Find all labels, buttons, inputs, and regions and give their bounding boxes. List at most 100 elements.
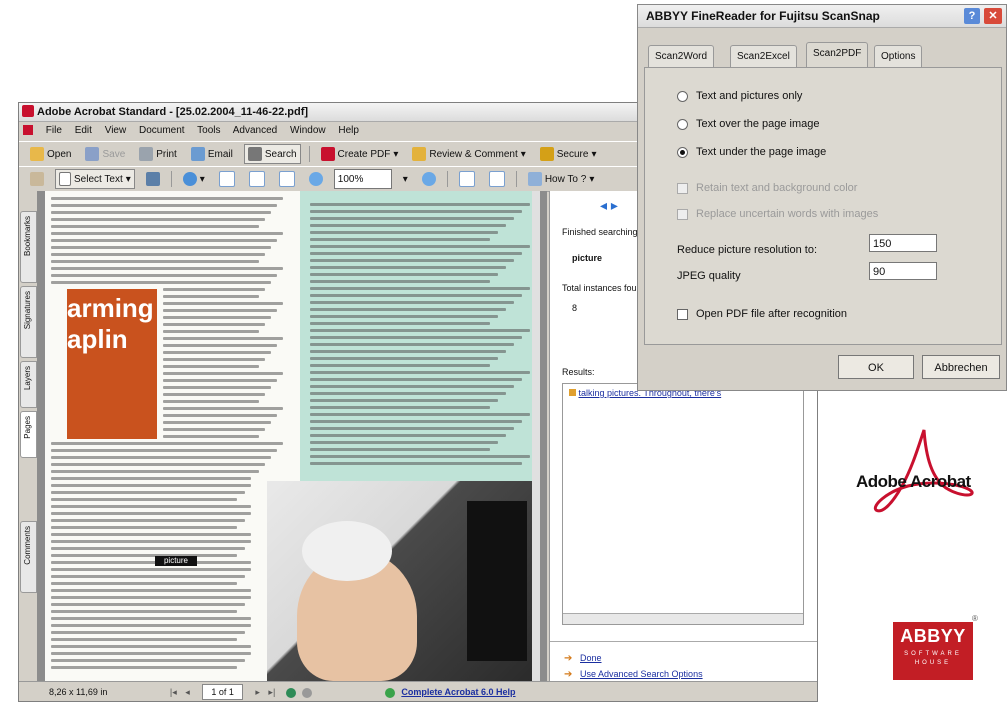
go-back-icon[interactable] [285, 687, 296, 698]
fit-width-button[interactable] [276, 170, 298, 188]
menu-help[interactable]: Help [338, 125, 359, 136]
howto-button[interactable]: How To ? ▾ [525, 170, 598, 188]
done-link[interactable]: Done [580, 653, 602, 663]
hand-tool-button[interactable] [27, 170, 47, 188]
results-label: Results: [562, 367, 595, 377]
results-list[interactable]: talking pictures. Throughout, there's [562, 383, 804, 625]
text-line [310, 427, 514, 430]
zoom-tool-button[interactable]: ▾ [180, 170, 208, 188]
open-pdf-checkbox-row[interactable]: Open PDF file after recognition [677, 308, 847, 320]
zoom-dropdown[interactable]: ▾ [400, 170, 411, 188]
fit-width-icon [278, 171, 295, 187]
nav-arrows[interactable]: ◂ ▸ [600, 197, 618, 214]
select-text-button[interactable]: Select Text ▾ [55, 169, 135, 189]
open-pdf-checkbox[interactable] [677, 308, 688, 320]
tab-comments-label: Comments [23, 526, 32, 565]
tab-scan2pdf[interactable]: Scan2PDF [806, 42, 869, 68]
text-line [51, 561, 251, 564]
article-heading-1: arming [67, 293, 154, 323]
text-line [51, 281, 271, 284]
option-text-and-pictures[interactable]: Text and pictures only [677, 90, 802, 102]
results-horizontal-scrollbar[interactable] [563, 613, 803, 624]
zoom-in-button[interactable] [419, 170, 439, 188]
abbyy-tagline-2: HOUSE [914, 660, 952, 666]
tab-comments[interactable]: Comments [20, 521, 37, 593]
fit-page-button[interactable] [246, 170, 268, 188]
lock-icon [539, 147, 554, 161]
save-button[interactable]: Save [82, 145, 128, 163]
snapshot-button[interactable] [143, 170, 163, 188]
close-button[interactable]: ✕ [984, 8, 1002, 24]
create-pdf-button[interactable]: Create PDF ▾ [318, 145, 402, 163]
document-pane[interactable]: arming aplin picture [37, 191, 547, 681]
tab-signatures[interactable]: Signatures [20, 286, 37, 358]
done-link-text[interactable]: Done [580, 653, 602, 663]
actual-size-button[interactable] [216, 170, 238, 188]
tab-scan2excel[interactable]: Scan2Excel [730, 45, 797, 68]
prev-page-button[interactable]: ◂ [185, 687, 190, 697]
open-button[interactable]: Open [27, 145, 74, 163]
text-line [310, 266, 506, 269]
help-button[interactable]: ? [964, 8, 980, 24]
advanced-search-link-text[interactable]: Use Advanced Search Options [580, 669, 703, 679]
text-line [51, 456, 271, 459]
tab-layers[interactable]: Layers [20, 361, 37, 408]
tab-pages[interactable]: Pages [20, 411, 37, 458]
replace-uncertain-checkbox-row: Replace uncertain words with images [677, 208, 878, 220]
radio-text-under-image[interactable] [677, 146, 688, 158]
menu-edit[interactable]: Edit [75, 125, 92, 136]
last-page-button[interactable]: ▸| [268, 687, 275, 697]
menu-view[interactable]: View [105, 125, 127, 136]
text-line [51, 589, 251, 592]
print-button[interactable]: Print [136, 145, 180, 163]
text-line [163, 365, 259, 368]
text-line [51, 442, 283, 445]
text-line [51, 246, 271, 249]
text-line [51, 610, 237, 613]
floppy-icon [85, 147, 100, 161]
text-line [163, 323, 265, 326]
email-button[interactable]: Email [188, 145, 236, 163]
menu-advanced[interactable]: Advanced [233, 125, 277, 136]
review-comment-button[interactable]: Review & Comment ▾ [409, 145, 528, 163]
cancel-button[interactable]: Abbrechen [922, 355, 1000, 379]
ok-button[interactable]: OK [838, 355, 914, 379]
tab-scan2word[interactable]: Scan2Word [648, 45, 715, 68]
zoom-out-button[interactable] [306, 170, 326, 188]
rotate-ccw-button[interactable] [486, 170, 508, 188]
article-quote-box [300, 191, 540, 511]
tab-options[interactable]: Options [874, 45, 923, 68]
menu-tools[interactable]: Tools [197, 125, 220, 136]
text-line [310, 231, 498, 234]
menu-window[interactable]: Window [290, 125, 326, 136]
go-forward-icon[interactable] [302, 687, 313, 698]
radio-text-and-pictures[interactable] [677, 90, 688, 102]
toolbar-separator [308, 146, 310, 162]
advanced-search-link[interactable]: Use Advanced Search Options [580, 669, 703, 679]
radio-text-over-image[interactable] [677, 118, 688, 130]
rotate-button[interactable] [456, 170, 478, 188]
acrobat-help-link[interactable]: Complete Acrobat 6.0 Help [401, 687, 515, 697]
pdf-page[interactable]: arming aplin picture [45, 191, 540, 681]
tab-bookmarks[interactable]: Bookmarks [20, 211, 37, 283]
photo-book-cover [467, 501, 527, 661]
create-pdf-icon [320, 147, 335, 161]
text-line [310, 406, 490, 409]
text-line [51, 470, 259, 473]
search-button[interactable]: Search [243, 144, 301, 164]
resolution-field[interactable]: 150 [869, 234, 937, 252]
menu-document[interactable]: Document [139, 125, 185, 136]
page-number-field[interactable]: 1 of 1 [202, 684, 243, 700]
option-text-over-image[interactable]: Text over the page image [677, 118, 820, 130]
doc-vertical-scrollbar[interactable] [532, 191, 540, 681]
jpeg-quality-field[interactable]: 90 [869, 262, 937, 280]
doc-menu-icon[interactable] [23, 125, 33, 136]
zoom-level-field[interactable]: 100% [333, 169, 392, 189]
zoom-out-icon [308, 172, 323, 186]
option-text-under-image[interactable]: Text under the page image [677, 146, 826, 158]
first-page-button[interactable]: |◂ [170, 687, 177, 697]
menu-file[interactable]: File [46, 125, 62, 136]
zoom-level-value: 100% [337, 173, 364, 185]
next-page-button[interactable]: ▸ [255, 687, 260, 697]
secure-button[interactable]: Secure ▾ [537, 145, 600, 163]
